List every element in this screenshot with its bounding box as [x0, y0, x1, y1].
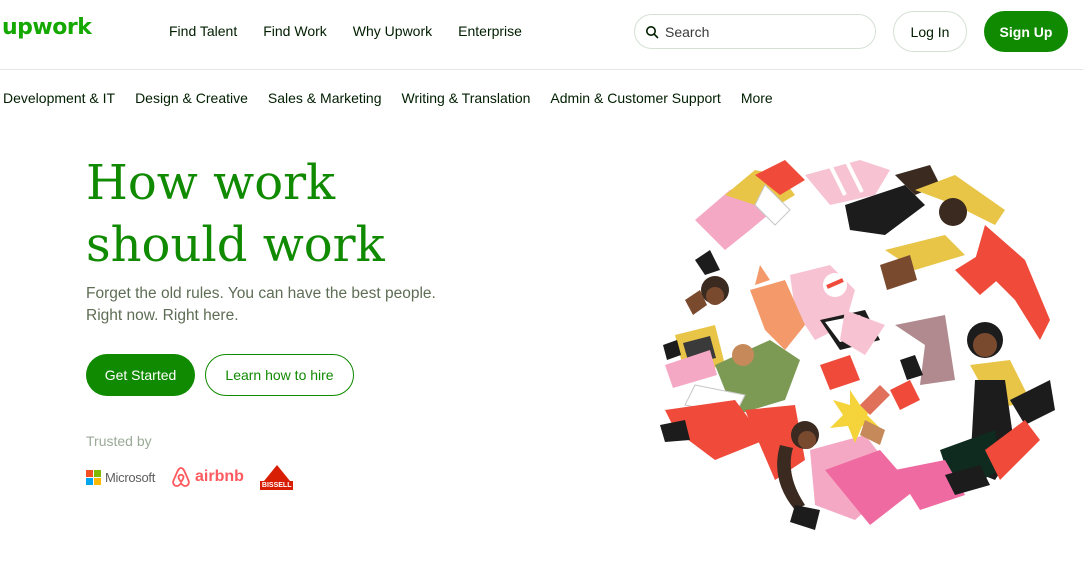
- airbnb-name: airbnb: [195, 468, 244, 485]
- bissell-name: BISSELL: [259, 480, 294, 490]
- top-header: upwork Find Talent Find Work Why Upwork …: [0, 0, 1083, 70]
- search-icon: [646, 25, 659, 38]
- hero-title-line1: How work: [86, 155, 336, 211]
- nav-enterprise[interactable]: Enterprise: [458, 23, 522, 39]
- category-design-creative[interactable]: Design & Creative: [135, 90, 248, 106]
- bissell-logo: BISSELL: [259, 464, 294, 490]
- trusted-by-label: Trusted by: [86, 433, 152, 449]
- learn-how-to-hire-button[interactable]: Learn how to hire: [205, 354, 354, 396]
- category-more[interactable]: More: [741, 90, 773, 106]
- microsoft-squares-icon: [86, 469, 101, 485]
- login-button[interactable]: Log In: [893, 11, 967, 52]
- get-started-button[interactable]: Get Started: [86, 354, 195, 396]
- signup-button[interactable]: Sign Up: [984, 11, 1068, 52]
- category-development-it[interactable]: Development & IT: [3, 90, 115, 106]
- category-sales-marketing[interactable]: Sales & Marketing: [268, 90, 382, 106]
- hero-subtitle: Forget the old rules. You can have the b…: [86, 283, 506, 327]
- airbnb-belo-icon: [172, 467, 190, 487]
- main-nav: Find Talent Find Work Why Upwork Enterpr…: [169, 23, 522, 39]
- trusted-logos: Microsoft airbnb BISSELL: [86, 460, 294, 494]
- hero-subtitle-line1: Forget the old rules. You can have the b…: [86, 285, 436, 302]
- upwork-logo[interactable]: upwork: [2, 15, 92, 40]
- people-circle-illustration: [660, 160, 1055, 530]
- category-admin-support[interactable]: Admin & Customer Support: [550, 90, 720, 106]
- microsoft-logo: Microsoft: [86, 469, 156, 485]
- category-nav: Development & IT Design & Creative Sales…: [3, 90, 773, 106]
- search-input[interactable]: [665, 23, 855, 40]
- bissell-triangle-icon: [263, 464, 290, 481]
- search-box[interactable]: [634, 14, 876, 49]
- nav-why-upwork[interactable]: Why Upwork: [353, 23, 432, 39]
- nav-find-talent[interactable]: Find Talent: [169, 23, 237, 39]
- category-writing-translation[interactable]: Writing & Translation: [402, 90, 531, 106]
- microsoft-name: Microsoft: [105, 469, 156, 485]
- hero-title: How work should work: [86, 152, 486, 276]
- hero-title-line2: should work: [86, 217, 385, 273]
- nav-find-work[interactable]: Find Work: [263, 23, 327, 39]
- airbnb-logo: airbnb: [171, 466, 244, 488]
- hero-subtitle-line2: Right now. Right here.: [86, 307, 239, 324]
